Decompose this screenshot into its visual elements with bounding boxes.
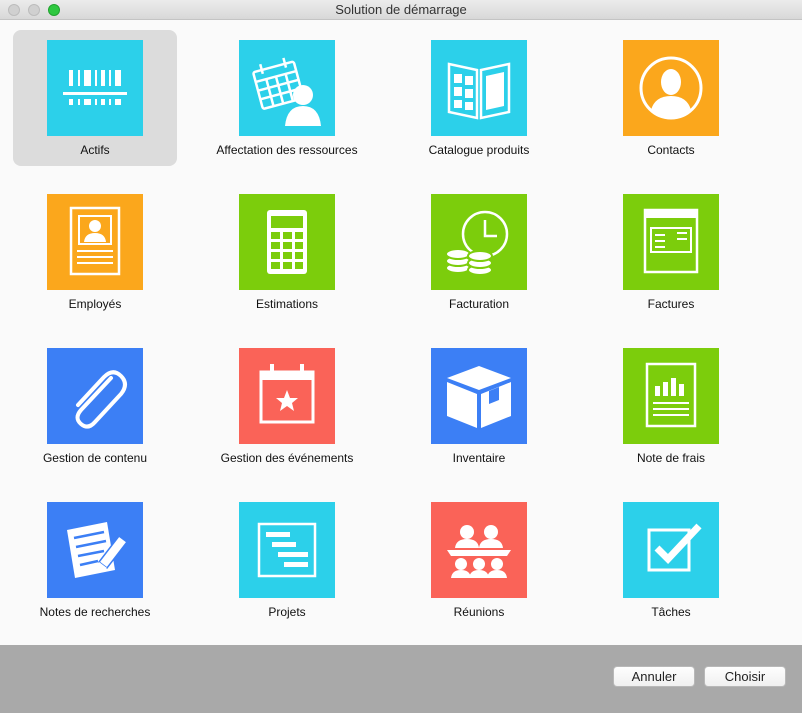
template-affectation-ressources[interactable]: Affectation des ressources — [205, 30, 369, 166]
template-reunions[interactable]: Réunions — [397, 492, 561, 628]
template-facturation[interactable]: Facturation — [397, 184, 561, 320]
calculator-icon — [239, 194, 335, 290]
template-label: Tâches — [651, 605, 691, 619]
paperclip-icon — [47, 348, 143, 444]
template-label: Catalogue produits — [428, 143, 530, 157]
box-icon — [431, 348, 527, 444]
template-label: Réunions — [453, 605, 505, 619]
gantt-icon — [239, 502, 335, 598]
footer-bar: Annuler Choisir — [0, 645, 802, 713]
invoice-icon — [623, 194, 719, 290]
meeting-icon — [431, 502, 527, 598]
template-catalogue-produits[interactable]: Catalogue produits — [397, 30, 561, 166]
template-projets[interactable]: Projets — [205, 492, 369, 628]
template-employes[interactable]: Employés — [13, 184, 177, 320]
badge-icon — [47, 194, 143, 290]
template-contacts[interactable]: Contacts — [589, 30, 753, 166]
template-inventaire[interactable]: Inventaire — [397, 338, 561, 474]
template-label: Estimations — [255, 297, 319, 311]
cancel-button[interactable]: Annuler — [613, 666, 695, 687]
clock-coins-icon — [431, 194, 527, 290]
template-grid: Actifs Affectation des ressources Catalo… — [0, 20, 802, 645]
template-estimations[interactable]: Estimations — [205, 184, 369, 320]
template-label: Affectation des ressources — [216, 143, 358, 157]
template-label: Factures — [647, 297, 695, 311]
template-label: Projets — [268, 605, 306, 619]
contact-icon — [623, 40, 719, 136]
choose-button[interactable]: Choisir — [704, 666, 786, 687]
template-gestion-contenu[interactable]: Gestion de contenu — [13, 338, 177, 474]
template-label: Employés — [68, 297, 122, 311]
template-label: Contacts — [647, 143, 695, 157]
template-factures[interactable]: Factures — [589, 184, 753, 320]
barcode-icon — [47, 40, 143, 136]
template-taches[interactable]: Tâches — [589, 492, 753, 628]
template-label: Notes de recherches — [39, 605, 151, 619]
title-bar: Solution de démarrage — [0, 0, 802, 20]
catalog-icon — [431, 40, 527, 136]
window-title: Solution de démarrage — [335, 2, 467, 17]
checkbox-icon — [623, 502, 719, 598]
template-actifs[interactable]: Actifs — [13, 30, 177, 166]
calendar-person-icon — [239, 40, 335, 136]
template-notes-recherches[interactable]: Notes de recherches — [13, 492, 177, 628]
template-label: Actifs — [80, 143, 110, 157]
template-label: Note de frais — [636, 451, 706, 465]
template-label: Gestion des événements — [220, 451, 354, 465]
template-label: Inventaire — [452, 451, 506, 465]
template-label: Gestion de contenu — [42, 451, 148, 465]
calendar-star-icon — [239, 348, 335, 444]
template-label: Facturation — [448, 297, 510, 311]
template-note-frais[interactable]: Note de frais — [589, 338, 753, 474]
notepad-pencil-icon — [47, 502, 143, 598]
report-chart-icon — [623, 348, 719, 444]
template-gestion-evenements[interactable]: Gestion des événements — [205, 338, 369, 474]
